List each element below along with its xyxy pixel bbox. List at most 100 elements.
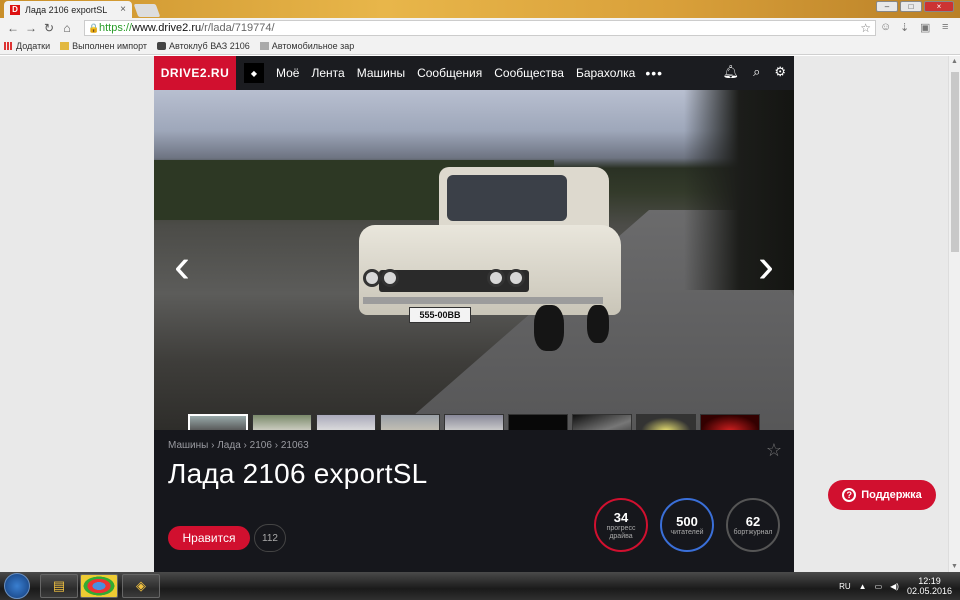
stat-value: 62 bbox=[745, 513, 761, 529]
page-scrollbar[interactable]: ▲ ▼ bbox=[948, 56, 960, 572]
tray-arrow-icon[interactable]: ▲ bbox=[859, 582, 867, 591]
scroll-down-icon[interactable]: ▼ bbox=[951, 563, 958, 570]
maximize-button[interactable]: □ bbox=[900, 1, 922, 12]
new-tab-button[interactable] bbox=[133, 4, 161, 17]
like-count: 112 bbox=[254, 524, 286, 552]
thumbnail[interactable] bbox=[316, 414, 376, 430]
browser-titlebar: D Лада 2106 exportSL × – □ × bbox=[0, 0, 960, 18]
breadcrumb-separator: › bbox=[211, 440, 215, 451]
site-logo[interactable]: DRIVE2.RU bbox=[154, 56, 236, 90]
url-host: www.drive2.ru bbox=[132, 22, 202, 34]
favorite-star-icon[interactable]: ☆ bbox=[766, 440, 782, 461]
bookmark-label: Додатки bbox=[16, 41, 51, 51]
bookmarks-bar: Додатки Выполнен импорт Автоклуб ВАЗ 210… bbox=[0, 38, 960, 55]
save-extension-icon[interactable]: ▣ bbox=[920, 21, 930, 34]
clock[interactable]: 12:19 02.05.2016 bbox=[907, 576, 952, 596]
url-path: /r/lada/719774/ bbox=[201, 22, 275, 34]
search-icon[interactable]: ⌕ bbox=[753, 64, 760, 80]
nav-links: Моё Лента Машины Сообщения Сообщества Ба… bbox=[270, 66, 641, 80]
page-icon bbox=[259, 42, 269, 50]
nav-messages[interactable]: Сообщения bbox=[411, 66, 488, 80]
language-indicator[interactable]: RU bbox=[839, 582, 851, 591]
bookmark-star-icon[interactable]: ☆ bbox=[860, 21, 871, 35]
breadcrumb-separator: › bbox=[243, 440, 247, 451]
thumbnail[interactable] bbox=[572, 414, 632, 430]
next-photo-arrow-icon[interactable]: › bbox=[752, 240, 780, 294]
help-icon: ? bbox=[842, 488, 857, 502]
close-window-button[interactable]: × bbox=[924, 1, 954, 12]
breadcrumb-separator: › bbox=[274, 440, 279, 451]
car-image: 555-00BB bbox=[359, 165, 621, 355]
browser-tab[interactable]: D Лада 2106 exportSL × bbox=[4, 1, 132, 18]
minimize-button[interactable]: – bbox=[876, 1, 898, 12]
nav-communities[interactable]: Сообщества bbox=[488, 66, 570, 80]
stat-drive-progress[interactable]: 34 прогресс драйва bbox=[594, 498, 648, 552]
download-extension-icon[interactable]: ⇣ bbox=[900, 21, 909, 34]
explorer-taskbar-icon[interactable]: ▤ bbox=[40, 574, 78, 598]
thumbnail[interactable] bbox=[188, 414, 248, 430]
url-scheme: https:// bbox=[99, 22, 133, 34]
bookmark-apps[interactable]: Додатки bbox=[4, 41, 50, 51]
support-button[interactable]: ? Поддержка bbox=[828, 480, 936, 510]
address-bar[interactable]: 🔒 https://www.drive2.ru/r/lada/719774/ ☆ bbox=[84, 20, 876, 36]
nav-feed[interactable]: Лента bbox=[305, 66, 350, 80]
thumbnail[interactable] bbox=[252, 414, 312, 430]
bookmark-auto[interactable]: Автомобильное зар bbox=[259, 41, 355, 51]
menu-icon[interactable]: ≡ bbox=[942, 21, 948, 33]
reload-icon[interactable]: ↻ bbox=[40, 21, 58, 35]
bookmark-label: Выполнен импорт bbox=[72, 41, 148, 51]
stat-value: 500 bbox=[676, 513, 698, 529]
breadcrumb-item[interactable]: Машины bbox=[168, 440, 208, 451]
nav-my[interactable]: Моё bbox=[270, 66, 305, 80]
stat-logbook[interactable]: 62 бортжурнал bbox=[726, 498, 780, 552]
breadcrumb-item[interactable]: 21063 bbox=[281, 440, 309, 451]
breadcrumb-item[interactable]: Лада bbox=[217, 440, 241, 451]
drive2-page: DRIVE2.RU ◆ Моё Лента Машины Сообщения С… bbox=[154, 56, 794, 572]
windows-taskbar: ▤ ◈ RU ▲ ▭ ◀) 12:19 02.05.2016 bbox=[0, 572, 960, 600]
page-viewport: DRIVE2.RU ◆ Моё Лента Машины Сообщения С… bbox=[0, 56, 948, 572]
like-button[interactable]: Нравится bbox=[168, 526, 250, 550]
gear-icon[interactable]: ⚙ bbox=[774, 64, 786, 80]
breadcrumb-item[interactable]: 2106 bbox=[250, 440, 272, 451]
thumbnail-strip bbox=[188, 414, 760, 430]
license-plate: 555-00BB bbox=[409, 307, 471, 323]
user-avatar[interactable]: ◆ bbox=[244, 63, 264, 83]
car-photo-gallery[interactable]: 555-00BB ‹ › bbox=[154, 90, 794, 430]
shield-taskbar-icon[interactable]: ◈ bbox=[122, 574, 160, 598]
emoji-extension-icon[interactable]: ☺ bbox=[880, 21, 891, 33]
thumbnail[interactable] bbox=[508, 414, 568, 430]
site-nav: DRIVE2.RU ◆ Моё Лента Машины Сообщения С… bbox=[154, 56, 794, 90]
bookmark-vaz-club[interactable]: Автоклуб ВАЗ 2106 bbox=[157, 41, 250, 51]
stat-readers[interactable]: 500 читателей bbox=[660, 498, 714, 552]
network-icon[interactable]: ▭ bbox=[875, 582, 883, 591]
nav-cars[interactable]: Машины bbox=[351, 66, 411, 80]
stat-label: бортжурнал bbox=[733, 528, 773, 536]
start-button[interactable] bbox=[4, 573, 30, 599]
tab-close-icon[interactable]: × bbox=[120, 4, 126, 15]
scrollbar-thumb[interactable] bbox=[951, 72, 959, 252]
window-controls: – □ × bbox=[876, 1, 954, 12]
thumbnail[interactable] bbox=[636, 414, 696, 430]
bell-icon[interactable]: 🔔︎ bbox=[723, 64, 740, 80]
bookmark-label: Автомобильное зар bbox=[271, 41, 355, 51]
nav-market[interactable]: Барахолка bbox=[570, 66, 641, 80]
back-icon[interactable]: ← bbox=[4, 21, 22, 35]
stat-label: читателей bbox=[670, 528, 704, 536]
stat-value: 34 bbox=[613, 509, 629, 525]
apps-grid-icon bbox=[4, 42, 13, 50]
thumbnail[interactable] bbox=[380, 414, 440, 430]
car-info-panel: Машины › Лада › 2106 › 21063 ☆ Лада 2106… bbox=[154, 430, 794, 572]
thumbnail[interactable] bbox=[700, 414, 760, 430]
clock-time: 12:19 bbox=[918, 576, 941, 586]
volume-icon[interactable]: ◀) bbox=[890, 582, 899, 591]
nav-more-button[interactable]: ••• bbox=[645, 65, 663, 81]
home-icon[interactable]: ⌂ bbox=[58, 21, 76, 35]
lock-icon: 🔒 bbox=[88, 23, 100, 33]
folder-icon bbox=[60, 42, 70, 50]
prev-photo-arrow-icon[interactable]: ‹ bbox=[168, 240, 196, 294]
forward-icon[interactable]: → bbox=[22, 21, 40, 35]
scroll-up-icon[interactable]: ▲ bbox=[951, 58, 958, 65]
chrome-taskbar-icon[interactable] bbox=[80, 574, 118, 598]
bookmark-import-folder[interactable]: Выполнен импорт bbox=[60, 41, 147, 51]
thumbnail[interactable] bbox=[444, 414, 504, 430]
